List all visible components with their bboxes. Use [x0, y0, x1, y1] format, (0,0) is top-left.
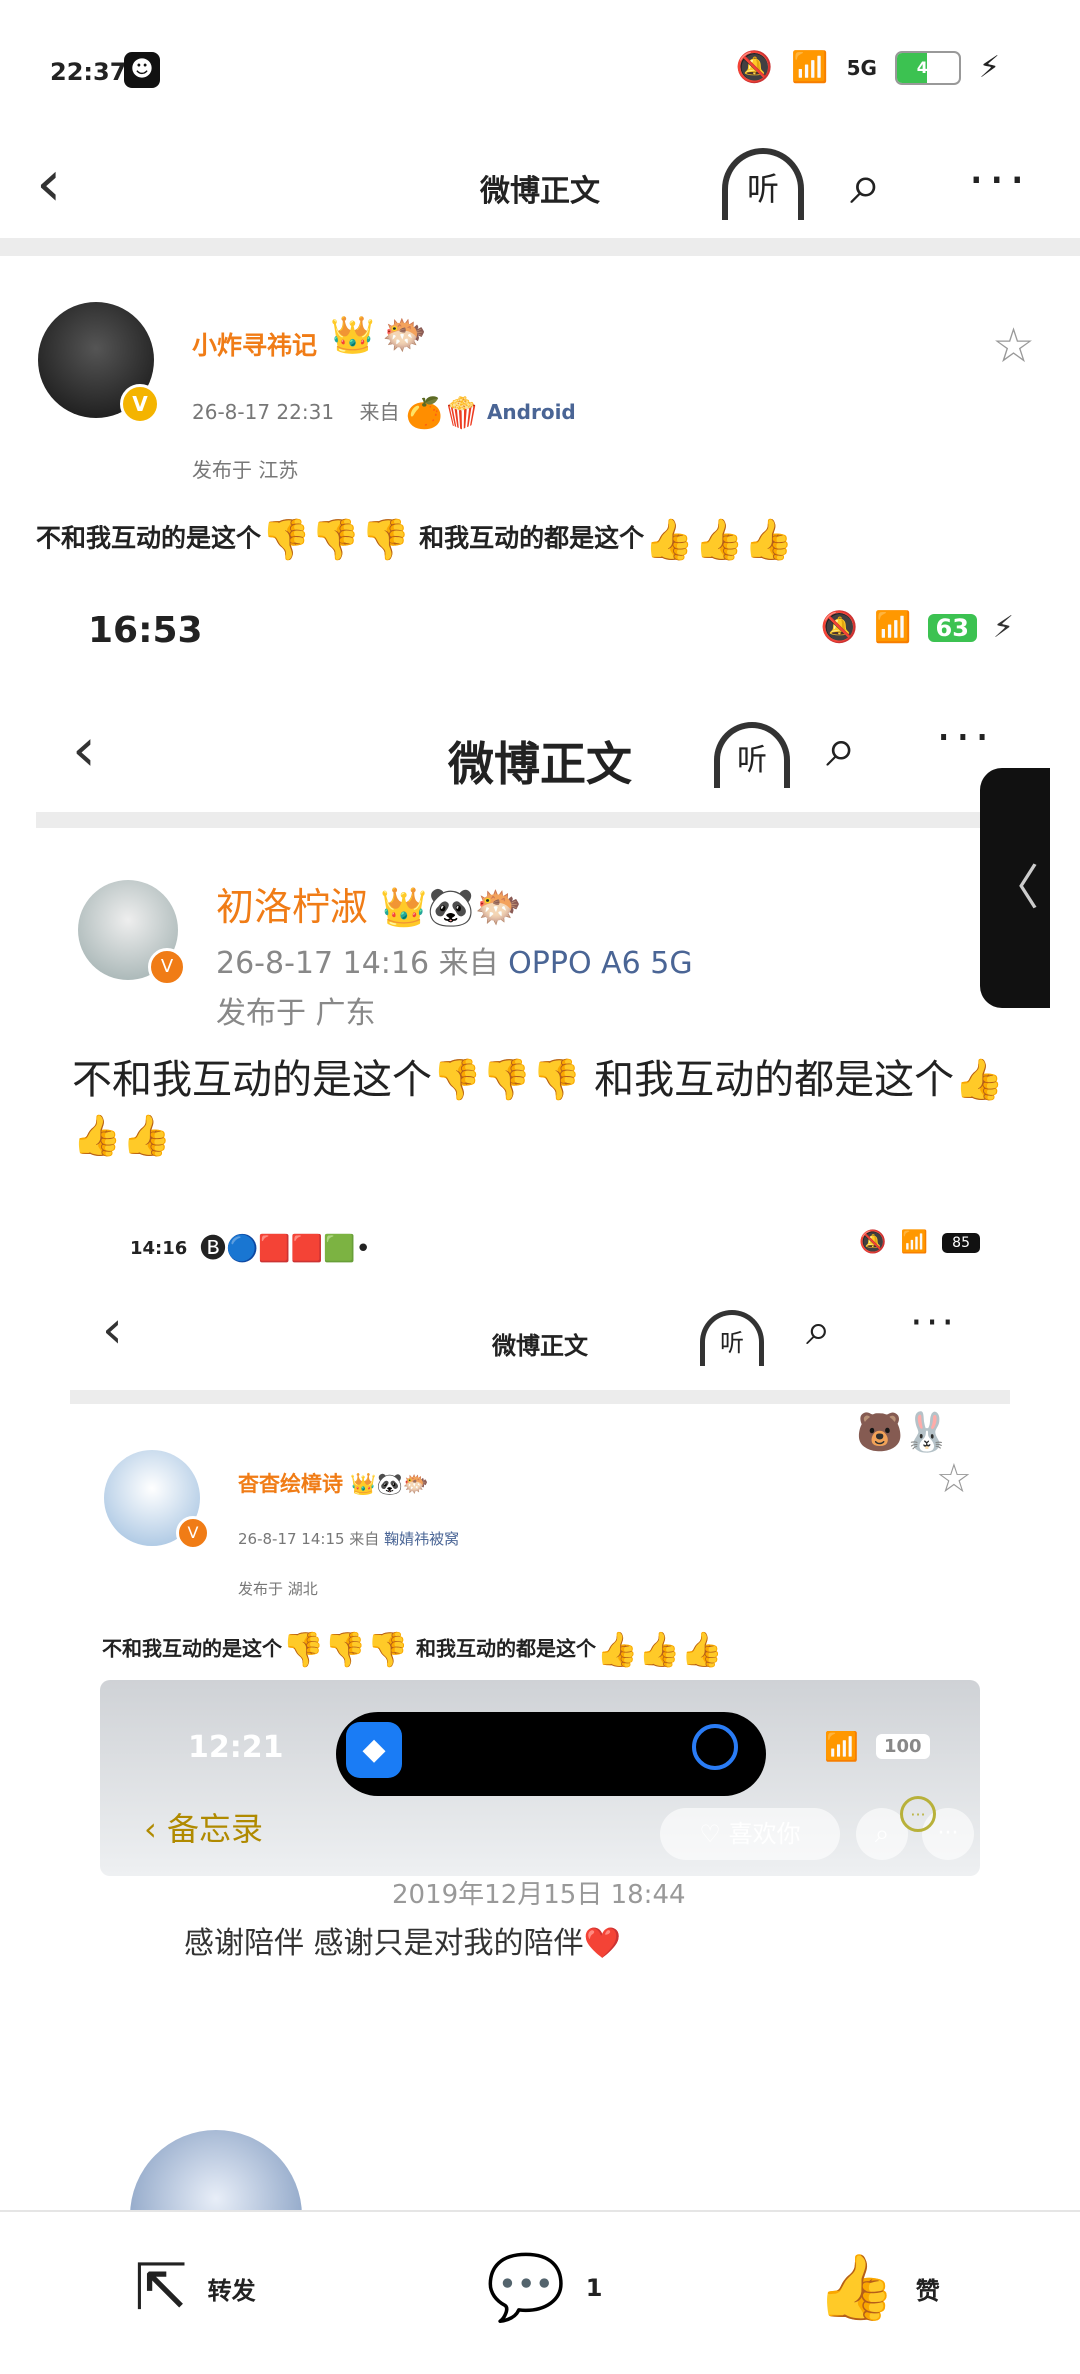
repost-label: 转发: [207, 2276, 256, 2305]
mute-icon: 🔕: [735, 50, 774, 85]
signal-icon: 📶: [900, 1230, 929, 1255]
shot2-time: 14:16: [130, 1238, 188, 1259]
shot3-back: ‹ 备忘录: [144, 1810, 263, 1848]
status-time: 22:37: [50, 58, 127, 86]
divider: [70, 1390, 1010, 1404]
battery-level: 100: [876, 1734, 930, 1759]
listen-icon[interactable]: 听: [722, 148, 804, 220]
shot2-title: 微博正文: [492, 1332, 588, 1360]
shot1-username: 初洛柠淑 👑🐼🐡: [216, 885, 523, 929]
shot2-meta: 26-8-17 14:15 来自 鞠婧祎被窝: [238, 1530, 460, 1548]
search-icon[interactable]: ⌕: [850, 150, 881, 220]
source-prefix: 来自: [359, 400, 400, 424]
comment-icon: 💬: [486, 2251, 566, 2325]
bottom-action-bar: ⇱ 转发 💬 1 👍 赞: [0, 2210, 1080, 2374]
post-text: 不和我互动的是这个👎👎👎 和我互动的都是这个👍👍👍: [36, 517, 794, 563]
more-icon[interactable]: ···: [968, 146, 1030, 216]
status-icons: 🔕 📶 5G 48 ⚡: [736, 50, 1000, 85]
popcorn-icon: 🍿: [443, 396, 481, 431]
shot1-title: 微博正文: [448, 737, 632, 791]
notification-app-icon: ☻: [124, 52, 160, 88]
shot3-like-button: ♡ 喜欢你: [660, 1808, 840, 1860]
network-label: 5G: [846, 55, 877, 80]
shot2-app-icons: 🅑🔵🟥🟥🟩•: [200, 1234, 371, 1264]
embedded-screenshot-3: 12:21 ◆ 📶 100 ‹ 备忘录 ♡ 喜欢你 ⌕ ··· ···: [100, 1680, 980, 1876]
verified-badge-icon: V: [120, 384, 160, 424]
more-icon: ···: [910, 1300, 958, 1346]
listen-icon: 听: [714, 722, 790, 788]
page-title: 微博正文: [480, 174, 600, 209]
verified-badge-icon: V: [176, 1516, 210, 1550]
divider: [36, 812, 1044, 828]
post-date: 26-8-17 22:31: [192, 400, 335, 424]
shot2-text: 不和我互动的是这个👎👎👎 和我互动的都是这个👍👍👍: [102, 1630, 723, 1670]
post-location: 发布于 江苏: [192, 458, 299, 482]
shot1-location: 发布于 广东: [216, 996, 376, 1031]
listen-label: 听: [746, 170, 779, 208]
memo-text: 感谢陪伴 感谢只是对我的陪伴❤️: [184, 1926, 621, 1961]
post-meta: 26-8-17 22:31 来自 🍊🍿 Android: [192, 396, 576, 431]
shot3-time: 12:21: [188, 1730, 284, 1765]
status-bar: 22:37 ☻ 🔕 📶 5G 48 ⚡: [0, 0, 1080, 130]
thumbs-up-icons: 👍👍👍: [644, 517, 794, 563]
username[interactable]: 小炸寻祎记: [192, 326, 317, 362]
more-circle-icon: ···: [900, 1796, 936, 1832]
progress-ring-icon: [692, 1724, 738, 1770]
shot2-status-icons: 🔕 📶 85: [859, 1230, 980, 1255]
listen-icon: 听: [700, 1310, 764, 1366]
post-source[interactable]: Android: [487, 400, 576, 424]
wifi-icon: 📶: [824, 1730, 859, 1763]
comment-button[interactable]: 💬 1: [486, 2248, 602, 2328]
star-icon: ☆: [936, 1456, 972, 1502]
side-drawer-handle[interactable]: 〈: [980, 768, 1050, 1008]
shot1-meta: 26-8-17 14:16 来自 OPPO A6 5G: [216, 946, 693, 981]
battery-icon: 48: [894, 50, 961, 85]
orange-icon: 🍊: [405, 396, 444, 431]
fan-badge-icon[interactable]: 🐡: [382, 314, 427, 356]
charging-icon: ⚡: [992, 610, 1014, 645]
battery-level: 85: [942, 1232, 980, 1253]
top-nav-bar: ‹ 微博正文 听 ⌕ ···: [0, 130, 1080, 256]
app-icon: ◆: [346, 1722, 402, 1778]
wifi-icon: 📶: [874, 610, 912, 645]
shot2-location: 发布于 湖北: [238, 1580, 318, 1598]
like-icon: 👍: [816, 2251, 896, 2325]
mute-icon: 🔕: [820, 610, 859, 645]
mute-icon: 🔕: [859, 1230, 887, 1255]
battery-level: 63: [927, 613, 977, 642]
charging-icon: ⚡: [978, 50, 1000, 85]
like-button[interactable]: 👍 赞: [816, 2248, 940, 2328]
shot1-text: 不和我互动的是这个👎👎👎 和我互动的都是这个👍👍👍: [72, 1057, 1004, 1159]
wifi-icon: 📶: [791, 50, 829, 85]
shot1-status-icons: 🔕 📶 63 ⚡: [821, 610, 1014, 645]
thumbs-down-icons: 👎👎👎: [261, 517, 411, 563]
verified-badge-icon: V: [148, 948, 186, 986]
battery-level: 48: [916, 57, 940, 77]
shot1-time: 16:53: [88, 610, 203, 651]
shot2-username: 杳杳绘樟诗 👑🐼🐡: [238, 1472, 429, 1496]
like-label: 赞: [915, 2276, 940, 2305]
repost-button[interactable]: ⇱ 转发: [134, 2248, 256, 2328]
search-icon: ⌕: [806, 1304, 831, 1355]
search-icon: ⌕: [826, 716, 857, 779]
repost-icon: ⇱: [134, 2251, 188, 2325]
memo-date: 2019年12月15日 18:44: [392, 1880, 686, 1910]
star-icon[interactable]: ☆: [992, 318, 1035, 374]
vip-crown-icon[interactable]: 👑: [330, 314, 375, 356]
embedded-screenshot-2: 14:16 🅑🔵🟥🟥🟩• 🔕 📶 85 ‹ 微博正文 听 ⌕ ··· V 杳杳绘…: [70, 1210, 1010, 2210]
more-icon: ···: [936, 710, 994, 766]
comment-count: 1: [585, 2274, 603, 2302]
